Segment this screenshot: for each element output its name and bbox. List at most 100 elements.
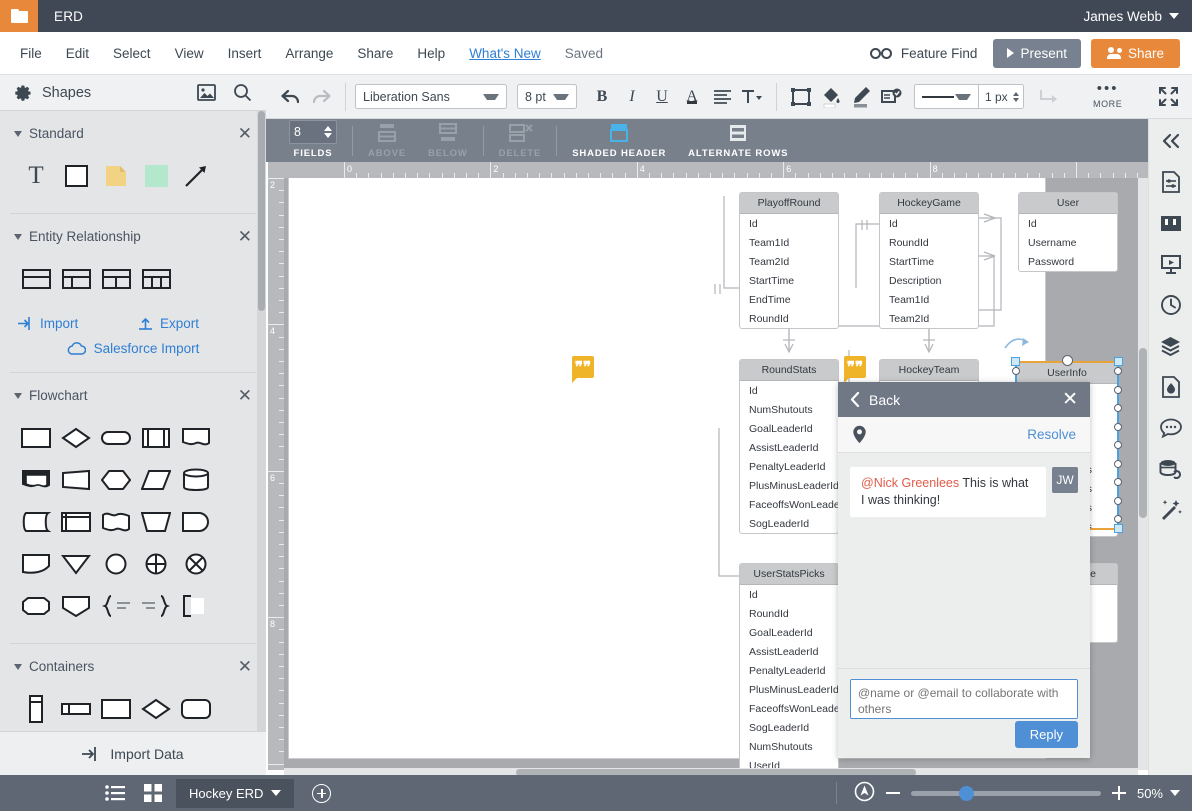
pointer-mode-icon[interactable] — [854, 781, 875, 805]
alternate-rows-button[interactable]: ALTERNATE ROWS — [677, 122, 799, 159]
connector-button[interactable] — [1034, 82, 1064, 112]
shape-brace-right[interactable] — [96, 585, 136, 627]
comment-flag-2[interactable]: ❞❞ — [844, 356, 866, 378]
entity-field[interactable]: PenaltyLeaderId — [740, 661, 838, 680]
entity-playoffround[interactable]: PlayoffRoundIdTeam1IdTeam2IdStartTimeEnd… — [739, 192, 839, 329]
entity-field[interactable]: GoalLeaderId — [740, 419, 838, 438]
shape-multi-document[interactable] — [16, 459, 56, 501]
entity-field[interactable]: SogLeaderId — [740, 718, 838, 737]
sheet-tab[interactable]: Hockey ERD — [176, 779, 294, 808]
chat-bubble-icon[interactable] — [1159, 416, 1183, 440]
menu-select[interactable]: Select — [101, 40, 163, 67]
entity-field[interactable]: Id — [880, 214, 978, 233]
shape-triangle-down[interactable] — [56, 543, 96, 585]
zoom-slider[interactable] — [911, 791, 1101, 796]
close-icon[interactable]: ✕ — [238, 658, 252, 675]
shape-cross-circle[interactable] — [136, 543, 176, 585]
entity-field[interactable]: Id — [740, 585, 838, 604]
shape-trapezoid-left[interactable] — [56, 459, 96, 501]
entity-field[interactable]: Password — [1019, 252, 1117, 271]
shape-arrow[interactable] — [176, 155, 216, 197]
presentation-icon[interactable] — [1159, 252, 1183, 276]
close-icon[interactable]: ✕ — [238, 228, 252, 245]
fill-color-button[interactable] — [816, 82, 846, 112]
entity-field[interactable]: AssistLeaderId — [740, 438, 838, 457]
insert-above-button[interactable]: ABOVE — [357, 122, 417, 159]
theme-drop-icon[interactable] — [1159, 375, 1183, 399]
selection-handle-tl[interactable] — [1011, 357, 1020, 366]
feature-find-button[interactable]: Feature Find — [864, 42, 984, 65]
menu-edit[interactable]: Edit — [54, 40, 101, 67]
entity-field[interactable]: Team2Id — [880, 309, 978, 328]
selection-handle-br[interactable] — [1114, 524, 1123, 533]
line-style-button[interactable] — [876, 82, 906, 112]
shape-process[interactable] — [16, 417, 56, 459]
text-align-button[interactable] — [707, 82, 737, 112]
shape-wave-document[interactable] — [96, 501, 136, 543]
entity-field[interactable]: StartTime — [740, 271, 838, 290]
shape-decision[interactable] — [56, 417, 96, 459]
entity-field[interactable]: FaceoffsWonLeaderId — [740, 495, 838, 514]
menu-view[interactable]: View — [163, 40, 216, 67]
menu-arrange[interactable]: Arrange — [273, 40, 345, 67]
connection-port-right[interactable] — [1114, 386, 1122, 394]
layers-icon[interactable] — [1159, 334, 1183, 358]
shape-er-table-1[interactable] — [16, 258, 56, 300]
magic-wand-icon[interactable] — [1159, 498, 1183, 522]
entity-field[interactable]: StartTime — [880, 252, 978, 271]
shape-horizontal-pool[interactable] — [56, 688, 96, 730]
stepper-icon[interactable] — [324, 126, 332, 138]
shape-vertical-pool[interactable] — [16, 688, 56, 730]
image-icon[interactable] — [197, 84, 216, 101]
menu-insert[interactable]: Insert — [216, 40, 274, 67]
connection-port-right[interactable] — [1114, 497, 1122, 505]
shape-er-table-2[interactable] — [56, 258, 96, 300]
connection-port-right[interactable] — [1114, 404, 1122, 412]
underline-button[interactable]: U — [647, 82, 677, 112]
shape-diamond-container[interactable] — [136, 688, 176, 730]
import-data-button[interactable]: Import Data — [0, 731, 266, 775]
undo-button[interactable] — [276, 82, 306, 112]
entity-field[interactable]: RoundId — [740, 604, 838, 623]
entity-hockeygame[interactable]: HockeyGameIdRoundIdStartTimeDescriptionT… — [879, 192, 979, 329]
shape-x-circle[interactable] — [176, 543, 216, 585]
scrollbar-thumb[interactable] — [258, 111, 265, 311]
connection-port-right[interactable] — [1114, 441, 1122, 449]
line-color-button[interactable] — [846, 82, 876, 112]
shape-delay[interactable] — [176, 501, 216, 543]
shape-hexagon[interactable] — [96, 459, 136, 501]
shape-internal-storage[interactable] — [56, 501, 96, 543]
comments-quote-icon[interactable] — [1159, 211, 1183, 235]
connection-port-right[interactable] — [1114, 515, 1122, 523]
stroke-style-select[interactable] — [914, 84, 978, 109]
entity-field[interactable]: SogLeaderId — [740, 514, 838, 533]
shape-hexagon-flat[interactable] — [16, 585, 56, 627]
menu-help[interactable]: Help — [405, 40, 457, 67]
zoom-out-icon[interactable] — [886, 792, 900, 794]
share-button[interactable]: Share — [1091, 39, 1180, 68]
user-menu[interactable]: James Webb — [1083, 9, 1179, 24]
scrollbar-thumb[interactable] — [1139, 348, 1147, 518]
menu-whats-new[interactable]: What's New — [457, 40, 553, 67]
collapse-chevrons-icon[interactable] — [1159, 129, 1183, 153]
reply-button[interactable]: Reply — [1015, 721, 1078, 748]
entity-field[interactable]: PlusMinusLeaderId — [740, 680, 838, 699]
text-options-button[interactable] — [737, 82, 767, 112]
shape-bracket[interactable] — [176, 585, 216, 627]
entity-field[interactable]: NumShutouts — [740, 737, 838, 756]
entity-roundstats[interactable]: RoundStatsIdNumShutoutsGoalLeaderIdAssis… — [739, 359, 839, 534]
bold-button[interactable]: B — [587, 82, 617, 112]
connection-port-right[interactable] — [1114, 423, 1122, 431]
italic-button[interactable]: I — [617, 82, 647, 112]
menu-share[interactable]: Share — [345, 40, 405, 67]
font-family-select[interactable]: Liberation Sans — [355, 84, 507, 109]
zoom-level-menu[interactable]: 50% — [1137, 786, 1180, 801]
entity-field[interactable]: Team1Id — [880, 290, 978, 309]
entity-field[interactable]: Team1Id — [740, 233, 838, 252]
entity-userstatspicks[interactable]: UserStatsPicksIdRoundIdGoalLeaderIdAssis… — [739, 563, 839, 770]
stroke-width-input[interactable]: 1 px — [978, 84, 1024, 109]
entity-field[interactable]: EndTime — [740, 290, 838, 309]
shape-rect-container[interactable] — [96, 688, 136, 730]
shape-note[interactable] — [96, 155, 136, 197]
entity-field[interactable]: PlusMinusLeaderId — [740, 476, 838, 495]
